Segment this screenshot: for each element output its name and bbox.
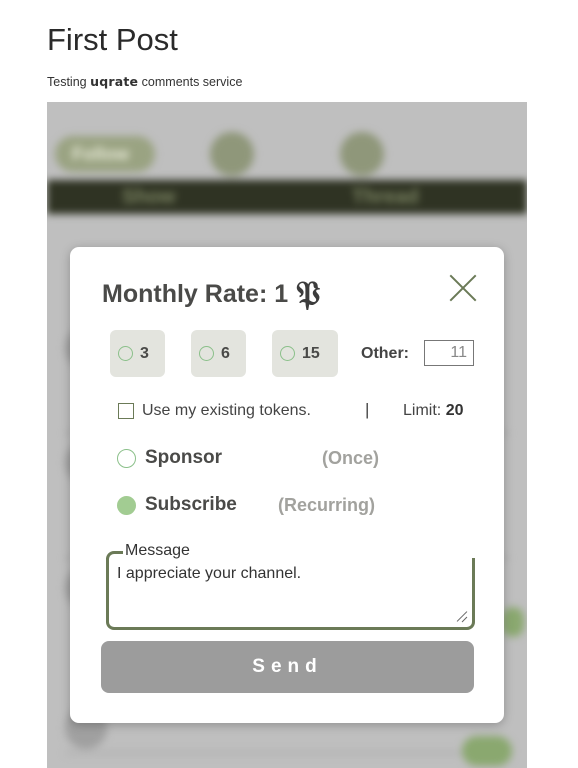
page-subtitle: Testing uqrate comments service <box>47 74 242 89</box>
bg-green-button <box>462 736 512 766</box>
limit-label: Limit: <box>403 402 442 419</box>
other-label: Other: <box>361 345 409 362</box>
radio-icon <box>117 448 136 468</box>
message-text[interactable]: I appreciate your channel. <box>117 565 457 583</box>
sponsor-option[interactable]: Sponsor <box>117 447 222 469</box>
use-tokens-label: Use my existing tokens. <box>142 402 311 419</box>
radio-selected-icon <box>117 495 136 515</box>
bg-thread-tab: Thread <box>352 186 419 208</box>
radio-icon <box>118 346 133 361</box>
radio-icon <box>199 346 214 361</box>
brand-name: uqrate <box>90 74 139 89</box>
amount-option-15[interactable]: 15 <box>272 330 338 377</box>
page-title: First Post <box>47 22 178 57</box>
subtitle-suffix: comments service <box>138 75 243 89</box>
close-icon[interactable] <box>448 273 478 303</box>
amount-label: 6 <box>221 344 230 362</box>
subscribe-label: Subscribe <box>145 494 237 515</box>
send-button[interactable]: Send <box>101 641 474 693</box>
subtitle-prefix: Testing <box>47 75 91 89</box>
radio-icon <box>280 346 295 361</box>
bg-show-tab: Show <box>122 186 176 208</box>
separator: | <box>365 400 370 419</box>
amount-option-3[interactable]: 3 <box>110 330 165 377</box>
subscribe-option[interactable]: Subscribe <box>117 494 237 516</box>
bg-divider-3 <box>65 752 509 754</box>
sponsor-label: Sponsor <box>145 447 223 468</box>
rate-modal: Monthly Rate: 1 𝔓 3 6 15 Other: Use my e… <box>70 247 504 723</box>
subscribe-note: (Recurring) <box>278 495 376 515</box>
modal-title: Monthly Rate: 1 𝔓 <box>102 277 320 311</box>
use-tokens-row: Use my existing tokens. <box>118 402 311 420</box>
resize-grip-icon[interactable] <box>456 611 468 623</box>
monthly-rate-text: Monthly Rate: 1 <box>102 279 289 308</box>
limit-display: Limit: 20 <box>403 402 463 420</box>
use-tokens-checkbox[interactable] <box>118 403 134 419</box>
limit-value: 20 <box>445 402 464 419</box>
token-symbol-icon: 𝔓 <box>296 274 321 314</box>
amount-option-6[interactable]: 6 <box>191 330 246 377</box>
other-amount-input[interactable] <box>424 340 474 366</box>
bg-follow-text: Follow <box>72 144 129 164</box>
amount-label: 15 <box>302 344 320 362</box>
bg-circle-2 <box>340 132 384 176</box>
amount-label: 3 <box>140 344 149 362</box>
bg-green-edge <box>502 607 524 637</box>
bg-tab-bar <box>47 180 527 214</box>
sponsor-note: (Once) <box>322 448 380 468</box>
message-label: Message <box>123 542 192 560</box>
message-border-right <box>472 560 475 570</box>
message-border-corner <box>106 551 123 566</box>
bg-circle-1 <box>210 132 254 176</box>
